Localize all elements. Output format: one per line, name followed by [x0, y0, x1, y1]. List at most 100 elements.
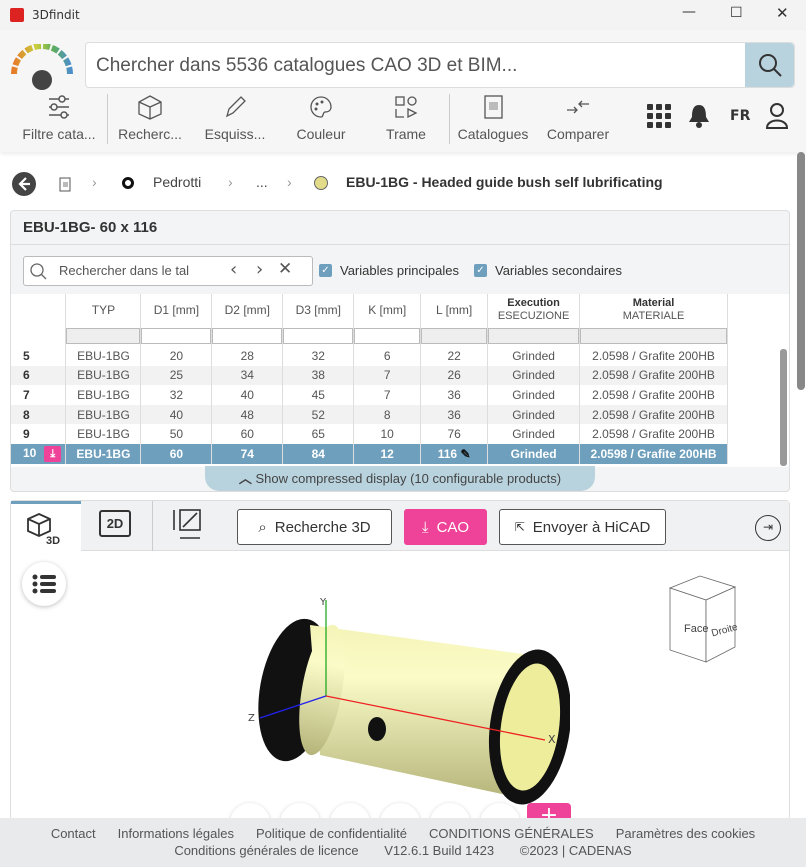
- table-cell: 2.0598 / Grafite 200HB: [579, 443, 728, 464]
- row-number: 7: [11, 385, 67, 405]
- cell-text: Grinded: [512, 387, 555, 402]
- table-cell: EBU-1BG: [65, 365, 142, 386]
- view-cube[interactable]: Face Droite: [666, 572, 766, 672]
- checkbox-main-variables[interactable]: ✓: [319, 264, 332, 277]
- maximize-button[interactable]: ☐: [730, 5, 743, 21]
- table-cell: Grinded: [487, 404, 581, 425]
- filter-input[interactable]: [354, 328, 421, 344]
- filter-input[interactable]: [580, 328, 727, 344]
- table-cell: Grinded: [487, 443, 581, 464]
- 3d-model-bush: Y X Z: [248, 597, 570, 805]
- footer-link[interactable]: Contact: [51, 826, 96, 841]
- user-icon[interactable]: [765, 102, 789, 130]
- table-scrollbar[interactable]: [780, 349, 787, 466]
- tab-3d[interactable]: 3D: [11, 501, 81, 551]
- close-button[interactable]: ✕: [776, 4, 789, 22]
- search-button[interactable]: [745, 43, 794, 87]
- table-row[interactable]: 8 EBU-1BG 40 48 52 8 36 Grinded 2.0598 / Grafite…: [11, 404, 728, 425]
- footer-license-link[interactable]: Conditions générales de licence: [174, 843, 358, 858]
- cell-text: 50: [169, 427, 184, 442]
- cell-text: EBU-1BG: [77, 348, 130, 363]
- header-d2[interactable]: D2 [mm]: [211, 294, 284, 326]
- clear-search-button[interactable]: ✕: [278, 259, 292, 279]
- toolbar-catalogs[interactable]: Catalogues: [447, 92, 539, 144]
- footer-link[interactable]: Informations légales: [118, 826, 234, 841]
- toolbar-filter-catalog[interactable]: Filtre cata...: [13, 92, 105, 144]
- toolbar-search-3d[interactable]: Recherc...: [104, 92, 196, 144]
- minimize-button[interactable]: —: [682, 4, 696, 20]
- breadcrumb-ellipsis[interactable]: ...: [256, 174, 268, 190]
- table-search-input[interactable]: Rechercher dans le tal ‹ › ✕: [23, 256, 313, 286]
- filter-input[interactable]: [283, 328, 354, 344]
- cad-download-button[interactable]: ⤓ CAO: [404, 509, 487, 545]
- checkbox-secondary-variables[interactable]: ✓: [474, 264, 487, 277]
- tab-2d-label: 2D: [106, 516, 124, 531]
- send-to-hicad-button[interactable]: ⇱ Envoyer à HiCAD: [499, 509, 666, 545]
- filter-input[interactable]: [488, 328, 580, 344]
- axis-label-z: Z: [248, 713, 255, 724]
- search-icon: [30, 263, 47, 280]
- button-label: Envoyer à HiCAD: [532, 518, 651, 536]
- filter-input[interactable]: [66, 328, 141, 344]
- viewer-menu-button[interactable]: [22, 562, 66, 606]
- toolbar-compare[interactable]: Comparer: [532, 92, 624, 144]
- next-match-button[interactable]: ›: [256, 259, 263, 280]
- cell-text: 10: [23, 445, 37, 460]
- breadcrumb-vendor[interactable]: Pedrotti: [153, 174, 201, 190]
- shapes-icon: [395, 96, 418, 119]
- cell-text: 10: [380, 427, 394, 442]
- axis-label-y: Y: [319, 597, 327, 608]
- toolbar-color[interactable]: Couleur: [275, 92, 367, 144]
- header-typ[interactable]: TYP: [65, 294, 142, 326]
- cell-text: 2.0598 / Grafite 200HB: [592, 348, 715, 363]
- search-input[interactable]: Chercher dans 5536 catalogues CAO 3D et …: [85, 42, 795, 88]
- table-cell: 60: [140, 443, 213, 464]
- cell-text: Grinded: [512, 407, 555, 422]
- toolbar-pattern[interactable]: Trame: [360, 92, 452, 144]
- tab-2d[interactable]: 2D: [99, 510, 131, 537]
- catalog-book-icon: [484, 95, 503, 119]
- bell-icon[interactable]: [688, 103, 710, 129]
- toolbar-label: Recherc...: [118, 126, 182, 142]
- table-row[interactable]: 10 ⤓ EBU-1BG 60 74 84 12 116 ✎ Grinded 2.0598 / G…: [11, 443, 728, 464]
- product-table-panel: EBU-1BG- 60 x 116 Rechercher dans le tal…: [10, 210, 790, 492]
- apps-grid-icon[interactable]: [647, 104, 671, 128]
- page-scrollbar[interactable]: [797, 152, 805, 390]
- collapse-button[interactable]: ⇥: [755, 515, 781, 541]
- toolbar-sketch[interactable]: Esquiss...: [189, 92, 281, 144]
- catalog-icon[interactable]: [58, 177, 72, 193]
- table-row[interactable]: 6 EBU-1BG 25 34 38 7 26 Grinded 2.0598 / Grafite…: [11, 365, 728, 386]
- footer: Contact Informations légales Politique de …: [0, 818, 806, 867]
- filter-input[interactable]: [421, 328, 488, 344]
- cube-face-label[interactable]: Face: [684, 623, 708, 635]
- footer-link[interactable]: Politique de confidentialité: [256, 826, 407, 841]
- table-row[interactable]: 9 EBU-1BG 50 60 65 10 76 Grinded 2.0598 / Grafit…: [11, 424, 728, 444]
- show-compressed-button[interactable]: ︿ Show compressed display (10 configurab…: [205, 466, 595, 491]
- toolbar-label: Esquiss...: [204, 126, 266, 142]
- prev-match-button[interactable]: ‹: [230, 259, 237, 280]
- footer-link[interactable]: CONDITIONS GÉNÉRALES: [429, 826, 594, 841]
- cell-text: 60: [169, 446, 184, 461]
- filter-input[interactable]: [141, 328, 212, 344]
- table-row[interactable]: 7 EBU-1BG 32 40 45 7 36 Grinded 2.0598 / Grafite…: [11, 385, 728, 405]
- checkbox-label: Variables principales: [340, 263, 459, 278]
- header-d3[interactable]: D3 [mm]: [282, 294, 355, 326]
- cell-text: 2.0598 / Grafite 200HB: [592, 427, 715, 442]
- header-material[interactable]: Material MATERIALE: [579, 294, 728, 326]
- download-icon[interactable]: ⤓: [44, 445, 62, 462]
- table-cell: 2.0598 / Grafite 200HB: [579, 365, 728, 386]
- table-cell: 34: [211, 365, 284, 386]
- search-3d-button[interactable]: ⌕ Recherche 3D: [237, 509, 392, 545]
- header-execution[interactable]: Execution ESECUZIONE: [487, 294, 581, 326]
- header-l[interactable]: L [mm]: [420, 294, 489, 326]
- back-button[interactable]: [12, 172, 36, 196]
- table-cell: 12: [353, 443, 422, 464]
- header-k[interactable]: K [mm]: [353, 294, 422, 326]
- header-d1[interactable]: D1 [mm]: [140, 294, 213, 326]
- footer-link[interactable]: Paramètres des cookies: [616, 826, 755, 841]
- language-selector[interactable]: FR: [730, 108, 750, 124]
- filter-input[interactable]: [212, 328, 283, 344]
- dimensions-icon[interactable]: [170, 508, 204, 542]
- table-row[interactable]: 5 EBU-1BG 20 28 32 6 22 Grinded 2.0598 / Grafite…: [11, 346, 728, 366]
- edit-icon[interactable]: ✎: [457, 447, 470, 461]
